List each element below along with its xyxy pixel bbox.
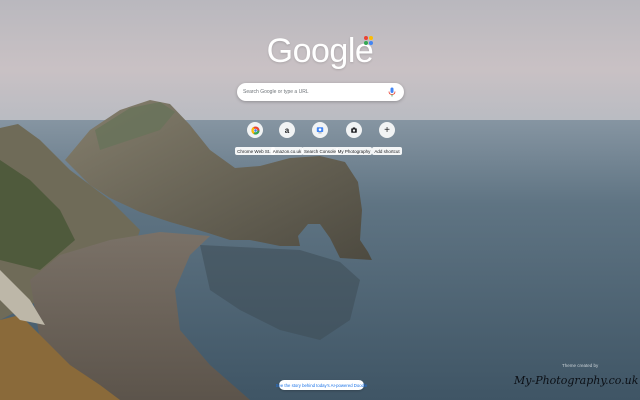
photography-icon bbox=[346, 122, 362, 138]
shortcut-my-photography[interactable]: My Photography bbox=[335, 122, 373, 155]
doodle-story-link[interactable]: See the story behind today's AI-powered … bbox=[276, 380, 367, 390]
microphone-icon[interactable] bbox=[388, 87, 396, 97]
shortcut-chrome-web-store[interactable]: Chrome Web St... bbox=[235, 122, 275, 155]
shortcut-label: Search Console bbox=[301, 147, 339, 155]
search-box[interactable]: Search Google or type a URL bbox=[237, 83, 404, 101]
shortcut-search-console[interactable]: Search Console bbox=[301, 122, 339, 155]
shortcut-add[interactable]: + Add shortcut bbox=[370, 122, 404, 155]
search-input[interactable]: Search Google or type a URL bbox=[243, 89, 388, 95]
theme-credit: Theme created by bbox=[562, 363, 599, 368]
shortcut-label: Chrome Web St... bbox=[235, 147, 275, 155]
search-console-icon bbox=[312, 122, 328, 138]
shortcut-label: My Photography bbox=[335, 147, 373, 155]
plus-icon: + bbox=[379, 122, 395, 138]
chrome-web-store-icon bbox=[247, 122, 263, 138]
google-logo: Google bbox=[266, 32, 374, 70]
theme-author-link[interactable]: My-Photography.co.uk bbox=[514, 374, 638, 387]
shortcut-label: Amazon.co.uk bbox=[270, 147, 304, 155]
shortcut-amazon[interactable]: a Amazon.co.uk bbox=[270, 122, 304, 155]
amazon-icon: a bbox=[279, 122, 295, 138]
shortcuts-grid: Chrome Web St... a Amazon.co.uk Search C… bbox=[0, 122, 640, 162]
doodle-dots-icon bbox=[364, 36, 374, 46]
shortcut-label: Add shortcut bbox=[372, 147, 402, 155]
